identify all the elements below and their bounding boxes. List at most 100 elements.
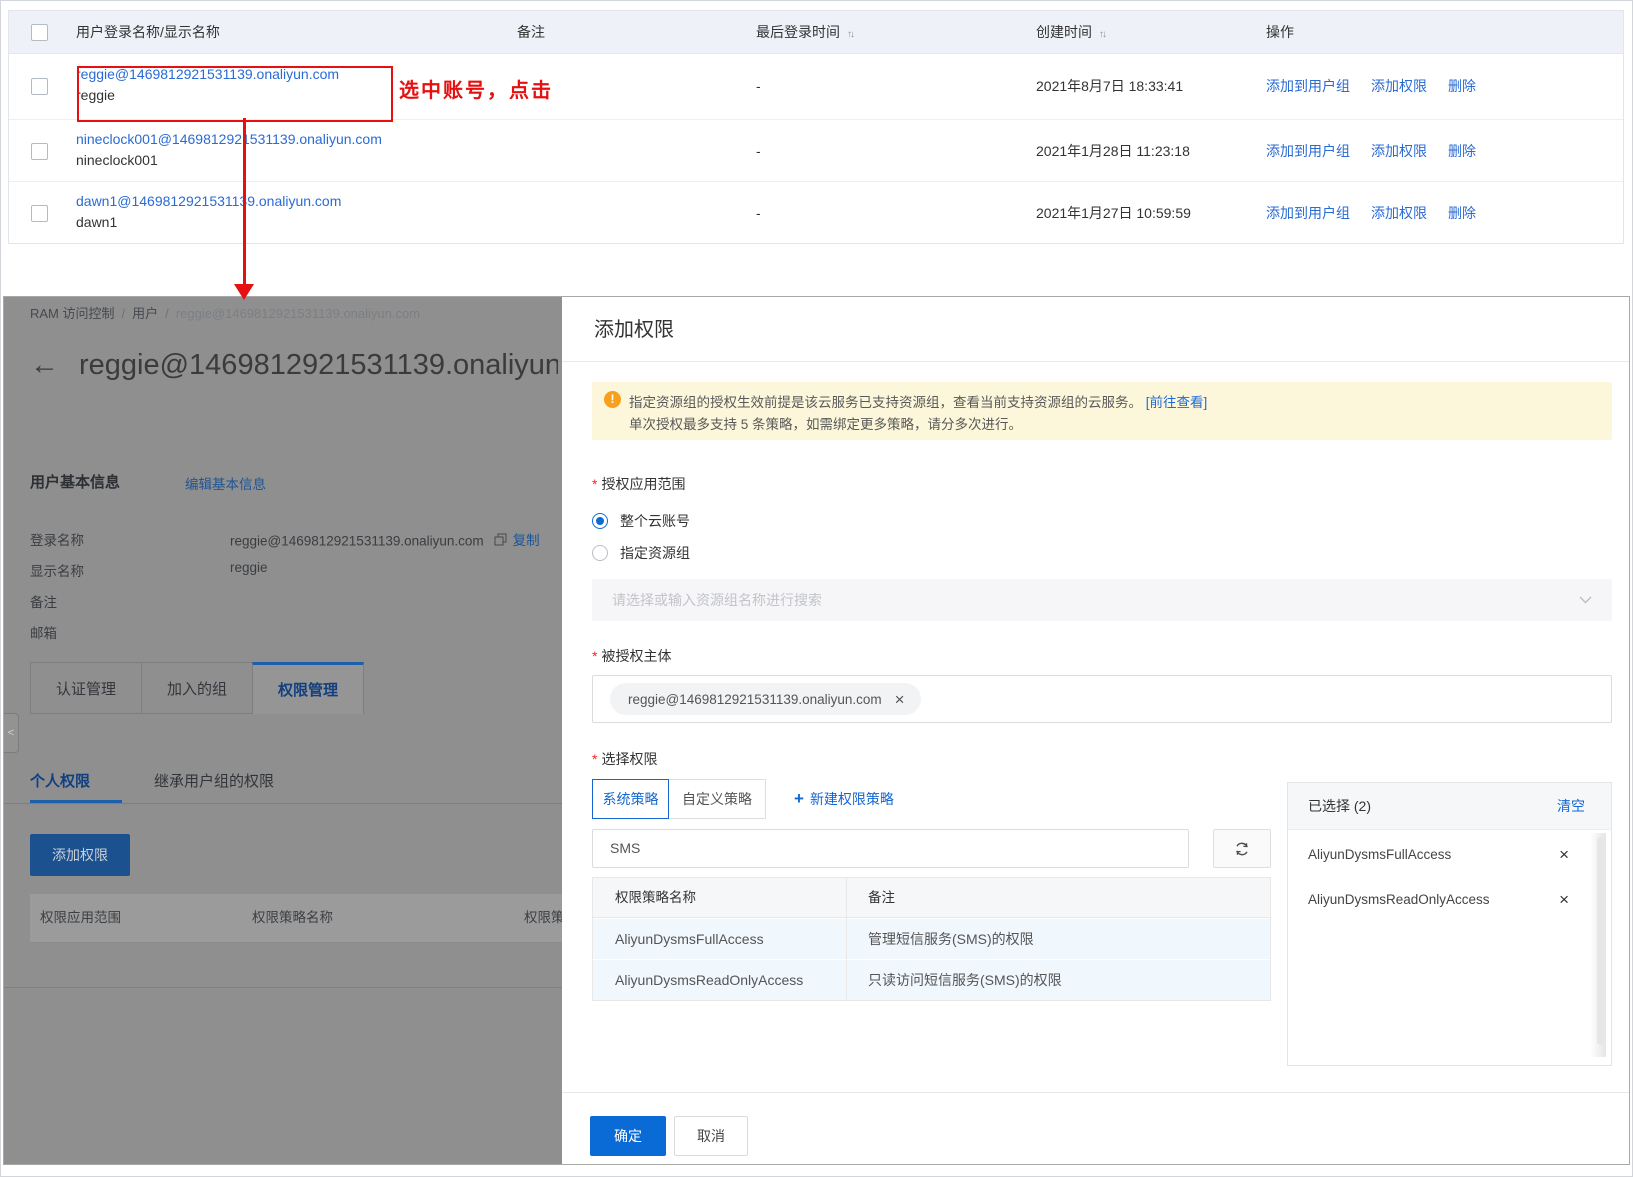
- row-checkbox[interactable]: [31, 143, 48, 160]
- created-value: 2021年1月27日 10:59:59: [1036, 182, 1191, 244]
- add-to-group-link[interactable]: 添加到用户组: [1266, 120, 1350, 182]
- go-to-view-link[interactable]: [前往查看]: [1146, 395, 1208, 410]
- col-name: 用户登录名称/显示名称: [76, 11, 220, 53]
- subtab-personal-permissions[interactable]: 个人权限: [30, 770, 90, 791]
- delete-link[interactable]: 删除: [1448, 182, 1476, 244]
- add-to-group-link[interactable]: 添加到用户组: [1266, 182, 1350, 244]
- resource-group-placeholder: 请选择或输入资源组名称进行搜索: [612, 579, 822, 621]
- permission-table-row-divider: [4, 987, 562, 988]
- user-name-cell: nineclock001@1469812921531139.onaliyun.c…: [76, 129, 382, 171]
- add-permission-link[interactable]: 添加权限: [1371, 53, 1427, 119]
- select-all-checkbox[interactable]: [31, 24, 48, 41]
- auth-scope-label: *授权应用范围: [592, 474, 685, 494]
- breadcrumb-item-ram[interactable]: RAM 访问控制: [30, 306, 115, 321]
- copy-link[interactable]: 复制: [513, 529, 540, 549]
- policy-col-remark: 备注: [868, 878, 895, 917]
- add-permission-button[interactable]: 添加权限: [30, 834, 130, 876]
- annotation-label: 选中账号，点击: [399, 74, 553, 103]
- row-checkbox[interactable]: [31, 78, 48, 95]
- last-login-value: -: [756, 182, 761, 244]
- radio-whole-account[interactable]: 整个云账号: [592, 511, 690, 531]
- user-table: 用户登录名称/显示名称 备注 最后登录时间↑↓ 创建时间↑↓ 操作 reggie…: [8, 10, 1624, 244]
- detail-tabs: 认证管理 加入的组 权限管理: [30, 662, 364, 714]
- tab-authentication[interactable]: 认证管理: [30, 662, 142, 714]
- radio-selected-icon[interactable]: [592, 513, 608, 529]
- add-permission-link[interactable]: 添加权限: [1371, 120, 1427, 182]
- copy-icon[interactable]: [494, 533, 507, 546]
- col-last-login[interactable]: 最后登录时间↑↓: [756, 11, 853, 56]
- radio-resource-group[interactable]: 指定资源组: [592, 543, 690, 563]
- field-login-name: 登录名称 reggie@1469812921531139.onaliyun.co…: [30, 529, 84, 549]
- col-created[interactable]: 创建时间↑↓: [1036, 11, 1105, 56]
- field-display-name: 显示名称 reggie: [30, 560, 84, 580]
- annotation-arrow-line: [243, 118, 246, 286]
- detail-page-section: RAM 访问控制/用户/reggie@1469812921531139.onal…: [3, 296, 1630, 1165]
- row-actions: 添加到用户组 添加权限 删除: [1266, 120, 1476, 182]
- drawer-title-divider: [562, 361, 1629, 362]
- clear-all-link[interactable]: 清空: [1557, 783, 1585, 829]
- back-arrow-icon[interactable]: ←: [30, 349, 59, 381]
- policy-table: 权限策略名称 备注 AliyunDysmsFullAccess 管理短信服务(S…: [592, 877, 1271, 1001]
- field-email: 邮箱: [30, 622, 57, 642]
- policy-row-full-access[interactable]: AliyunDysmsFullAccess 管理短信服务(SMS)的权限: [593, 918, 1270, 959]
- tab-system-policy[interactable]: 系统策略: [592, 779, 669, 819]
- delete-link[interactable]: 删除: [1448, 120, 1476, 182]
- policy-search-input[interactable]: SMS: [592, 829, 1189, 868]
- cancel-button[interactable]: 取消: [674, 1116, 748, 1156]
- selected-item: AliyunDysmsReadOnlyAccess ×: [1288, 888, 1611, 912]
- selected-item: AliyunDysmsFullAccess ×: [1288, 843, 1611, 867]
- principal-input[interactable]: reggie@1469812921531139.onaliyun.com ×: [592, 675, 1612, 723]
- page-title: ←reggie@1469812921531139.onaliyun.com: [30, 349, 558, 393]
- sort-icon[interactable]: ↑↓: [1099, 29, 1105, 40]
- radio-unselected-icon[interactable]: [592, 545, 608, 561]
- created-value: 2021年1月28日 11:23:18: [1036, 120, 1190, 182]
- add-permission-link[interactable]: 添加权限: [1371, 182, 1427, 244]
- user-display-name: dawn1: [76, 212, 341, 233]
- remove-principal-icon[interactable]: ×: [895, 691, 905, 708]
- confirm-button[interactable]: 确定: [590, 1116, 666, 1156]
- breadcrumb: RAM 访问控制/用户/reggie@1469812921531139.onal…: [30, 303, 420, 322]
- refresh-button[interactable]: [1213, 829, 1271, 868]
- sort-icon[interactable]: ↑↓: [847, 29, 853, 40]
- col-ops: 操作: [1266, 11, 1294, 53]
- row-checkbox[interactable]: [31, 205, 48, 222]
- selected-count: (2): [1354, 798, 1371, 814]
- policy-table-header: 权限策略名称 备注: [593, 878, 1270, 918]
- remove-selected-icon[interactable]: ×: [1559, 888, 1569, 912]
- user-login-link[interactable]: nineclock001@1469812921531139.onaliyun.c…: [76, 129, 382, 150]
- resource-group-select[interactable]: 请选择或输入资源组名称进行搜索: [592, 579, 1612, 621]
- tab-joined-groups[interactable]: 加入的组: [141, 662, 253, 714]
- user-login-link[interactable]: dawn1@1469812921531139.onaliyun.com: [76, 191, 341, 212]
- tab-permission-management[interactable]: 权限管理: [252, 662, 364, 714]
- login-name-value: reggie@1469812921531139.onaliyun.com: [230, 534, 484, 549]
- remove-selected-icon[interactable]: ×: [1559, 843, 1569, 867]
- sidebar-collapse-handle[interactable]: <: [4, 713, 19, 753]
- delete-link[interactable]: 删除: [1448, 53, 1476, 119]
- breadcrumb-item-current: reggie@1469812921531139.onaliyun.com: [176, 306, 420, 321]
- new-policy-link[interactable]: + 新建权限策略: [794, 779, 894, 819]
- policy-row-readonly-access[interactable]: AliyunDysmsReadOnlyAccess 只读访问短信服务(SMS)的…: [593, 959, 1270, 1000]
- annotation-highlight-box: [77, 66, 393, 122]
- perm-col-scope: 权限应用范围: [40, 894, 121, 942]
- refresh-icon: [1234, 841, 1250, 857]
- annotation-arrow-head: [234, 284, 254, 300]
- dimmed-page-overlay: RAM 访问控制/用户/reggie@1469812921531139.onal…: [4, 297, 562, 1164]
- table-row: dawn1@1469812921531139.onaliyun.com dawn…: [9, 181, 1623, 244]
- selected-title: 已选择: [1308, 798, 1350, 814]
- selected-panel-scrollbar[interactable]: [1597, 837, 1604, 1045]
- subtab-inherited-permissions[interactable]: 继承用户组的权限: [154, 770, 274, 791]
- add-permission-drawer: 添加权限 ! 指定资源组的授权生效前提是该云服务已支持资源组，查看当前支持资源组…: [562, 297, 1629, 1164]
- tab-custom-policy[interactable]: 自定义策略: [669, 779, 766, 819]
- screenshot-canvas: 用户登录名称/显示名称 备注 最后登录时间↑↓ 创建时间↑↓ 操作 reggie…: [0, 0, 1633, 1177]
- created-value: 2021年8月7日 18:33:41: [1036, 53, 1183, 119]
- policy-table-column-divider: [846, 878, 847, 1000]
- add-to-group-link[interactable]: 添加到用户组: [1266, 53, 1350, 119]
- permission-table-header: 权限应用范围 权限策略名称 权限策略类型: [30, 894, 562, 943]
- selected-panel-header: 已选择 (2) 清空: [1288, 783, 1611, 830]
- edit-basic-info-link[interactable]: 编辑基本信息: [185, 473, 266, 493]
- policy-col-name: 权限策略名称: [615, 878, 696, 917]
- selected-policies-panel: 已选择 (2) 清空 AliyunDysmsFullAccess × Aliyu…: [1287, 782, 1612, 1066]
- drawer-title: 添加权限: [594, 313, 674, 342]
- notice-banner: ! 指定资源组的授权生效前提是该云服务已支持资源组，查看当前支持资源组的云服务。…: [592, 382, 1612, 440]
- breadcrumb-item-users[interactable]: 用户: [132, 306, 158, 321]
